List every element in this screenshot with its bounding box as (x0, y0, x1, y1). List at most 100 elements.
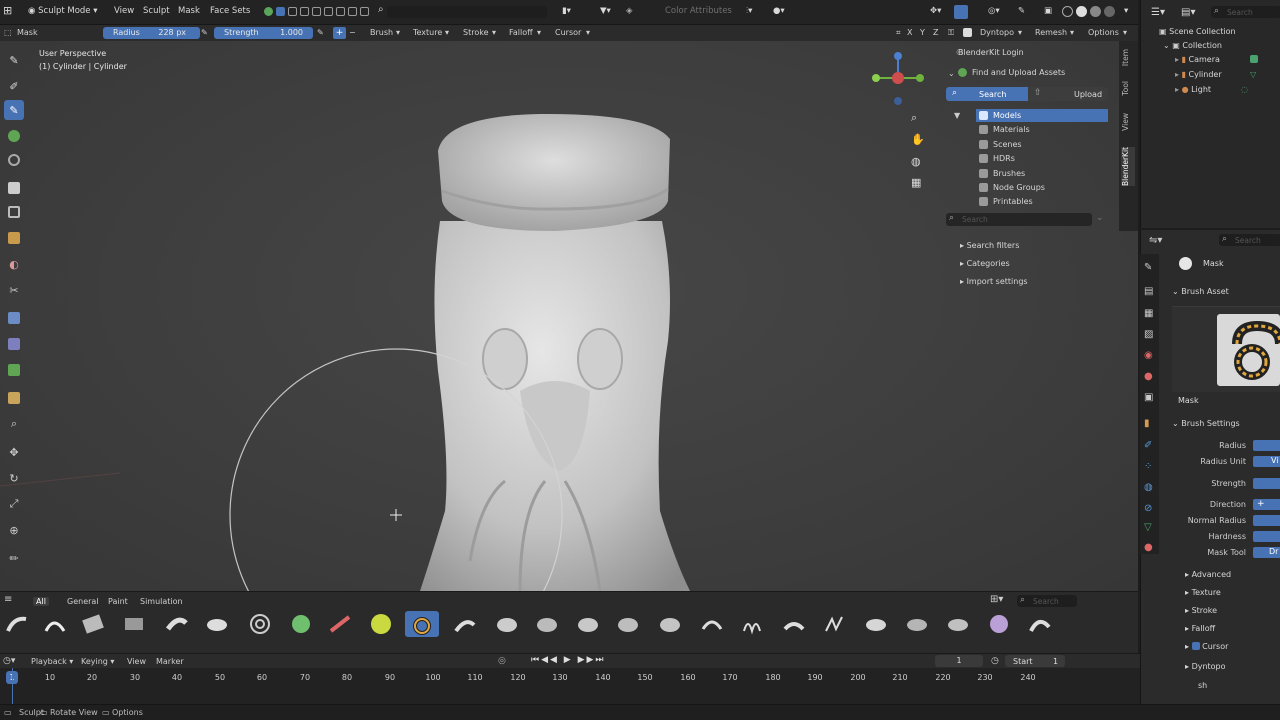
dyntopo-section[interactable]: ▸ Dyntopo (1185, 662, 1226, 671)
toggle-icon[interactable] (360, 7, 369, 16)
brush-mask-box-icon[interactable] (900, 611, 934, 637)
cursor-section[interactable]: ▸ Cursor (1185, 642, 1228, 651)
dyntopo-dropdown[interactable]: Dyntopo (980, 28, 1014, 37)
search-filters-section[interactable]: ▸ Search filters (960, 241, 1019, 250)
trim-icon[interactable]: ✂ (4, 280, 24, 300)
brush-rotate-icon[interactable] (695, 611, 729, 637)
import-settings-section[interactable]: ▸ Import settings (960, 277, 1028, 286)
pen-icon[interactable]: ✎ (1018, 6, 1025, 16)
display-mode-icon[interactable]: ▤▾ (1181, 7, 1195, 18)
brush-thumb-icon[interactable] (571, 611, 605, 637)
xray-icon[interactable]: ▣ (1044, 6, 1052, 16)
brush-paint-icon[interactable] (284, 611, 318, 637)
menu-marker[interactable]: Marker (156, 657, 184, 666)
brush-draw-face-sets-icon[interactable] (982, 611, 1016, 637)
stroke-section[interactable]: ▸ Stroke (1185, 606, 1217, 615)
brush-clay-icon[interactable] (76, 611, 110, 637)
scene-tab-icon[interactable]: ◉ (1144, 350, 1153, 361)
menu-view[interactable]: View (114, 6, 134, 16)
shelf-search-input[interactable]: ⌕ Search (1017, 595, 1077, 607)
strength-slider[interactable] (1253, 478, 1280, 489)
search-tab[interactable]: ⌕ Search (946, 87, 1028, 101)
brush-grab-icon[interactable] (448, 611, 482, 637)
brush-snake-hook-icon[interactable] (530, 611, 564, 637)
menu-texture[interactable]: Texture (413, 28, 442, 37)
modifier-tab-icon[interactable]: ✐ (1144, 440, 1152, 451)
mask-tool-dropdown[interactable]: Dr (1253, 547, 1280, 558)
brush-inflate-icon[interactable] (200, 611, 234, 637)
menu-icon[interactable]: ≡ (4, 594, 12, 605)
world-tab-icon[interactable]: ● (1144, 371, 1153, 382)
toggle-icon[interactable] (300, 7, 309, 16)
header-search-input[interactable] (387, 6, 547, 18)
remesh-dropdown[interactable]: Remesh (1035, 28, 1067, 37)
box-hide-icon[interactable] (4, 202, 24, 222)
brush-layer-icon[interactable] (160, 611, 194, 637)
asset-type-node-groups[interactable]: Node Groups (976, 181, 1108, 194)
brush-face-set-icon[interactable] (941, 611, 975, 637)
options-dropdown[interactable]: Options (1088, 28, 1119, 37)
overlay-icon[interactable]: ⫶▾ (746, 6, 752, 16)
brush-asset-panel[interactable]: ⌄ Brush Asset (1172, 287, 1229, 296)
asset-type-printables[interactable]: Printables (976, 195, 1108, 208)
rendered-icon[interactable] (1104, 6, 1115, 17)
normal-radius-slider[interactable] (1253, 515, 1280, 526)
categories-section[interactable]: ▸ Categories (960, 259, 1010, 268)
radius-slider[interactable] (1253, 440, 1280, 451)
brush-elastic-icon[interactable] (490, 611, 524, 637)
asset-type-scenes[interactable]: Scenes (976, 138, 1108, 151)
chevron-down-icon[interactable]: ⌄ (948, 69, 955, 78)
menu-playback[interactable]: Playback ▾ (31, 657, 73, 666)
tab-tool[interactable]: Tool (1121, 81, 1135, 96)
mask-brush-icon[interactable]: ✎ (4, 100, 24, 120)
brush-pose-icon[interactable] (611, 611, 645, 637)
shelf-tab-simulation[interactable]: Simulation (140, 597, 183, 606)
advanced-section[interactable]: ▸ Advanced (1185, 570, 1231, 579)
brush-nudge-icon[interactable] (653, 611, 687, 637)
tab-view[interactable]: View (1121, 113, 1135, 131)
brush-erase-icon[interactable] (323, 611, 357, 637)
viewport-overlays-icon[interactable]: ◎▾ (988, 6, 1000, 16)
grid-view-icon[interactable]: ⊞▾ (990, 594, 1003, 605)
blenderkit-login[interactable]: BlenderKit Login (958, 48, 1024, 57)
transform-icon[interactable]: ⊕ (4, 520, 24, 540)
toggle-icon[interactable] (276, 7, 285, 16)
upload-tab[interactable]: ⇧ Upload (1028, 87, 1108, 101)
particles-tab-icon[interactable]: ⁘ (1144, 461, 1152, 472)
falloff-section[interactable]: ▸ Falloff (1185, 624, 1215, 633)
playback-controls[interactable]: ⏮◀◀ ▶ ▶▶⏭ (531, 655, 606, 665)
outliner-editor-icon[interactable]: ☰▾ (1151, 7, 1165, 18)
material-icon[interactable] (1090, 6, 1101, 17)
brush-color-icon[interactable] (364, 611, 398, 637)
edit-face-set-icon[interactable] (4, 388, 24, 408)
radius-unit-dropdown[interactable]: Vi (1253, 456, 1280, 467)
menu-mask[interactable]: Mask (178, 6, 200, 16)
smear-icon[interactable] (4, 150, 24, 170)
radius-pressure-icon[interactable]: ✎ (201, 28, 208, 37)
shelf-tab-paint[interactable]: Paint (108, 597, 128, 606)
asset-type-models[interactable]: Models (976, 109, 1108, 122)
outliner-item-light[interactable]: ▸ ● Light (1175, 85, 1211, 94)
cloth-filter-icon[interactable] (4, 334, 24, 354)
filter-icon[interactable]: ▼▾ (600, 6, 611, 16)
outliner-item-cylinder[interactable]: ▸ ▮ Cylinder (1175, 70, 1222, 79)
hardness-slider[interactable] (1253, 531, 1280, 542)
physics-tab-icon[interactable]: ◍ (1144, 482, 1153, 493)
rotate-icon[interactable]: ↻ (4, 468, 24, 488)
editor-type-icon[interactable]: ⊞ (3, 4, 12, 17)
material-tab-icon[interactable]: ● (1144, 542, 1153, 553)
brush-settings-panel[interactable]: ⌄ Brush Settings (1172, 419, 1240, 428)
bookmark-icon[interactable]: ▮▾ (562, 6, 571, 16)
timeline-area[interactable]: 1 10 20 30 40 50 60 70 80 90 100 110 120… (0, 668, 1140, 704)
brush-multires-icon[interactable] (1023, 611, 1057, 637)
data-tab-icon[interactable]: ▽ (1144, 522, 1152, 533)
scale-icon[interactable]: ⤢ (4, 494, 24, 514)
direction-add-button[interactable]: + (1253, 499, 1280, 510)
axis-x-toggle[interactable]: X (907, 28, 912, 37)
tab-item[interactable]: Item (1121, 49, 1135, 66)
solid-icon[interactable] (1076, 6, 1087, 17)
cursor-checkbox[interactable] (1191, 642, 1200, 650)
subtract-mode-button[interactable]: − (349, 28, 356, 37)
asset-type-hdrs[interactable]: HDRs (976, 152, 1108, 165)
paint-icon[interactable] (4, 126, 24, 146)
